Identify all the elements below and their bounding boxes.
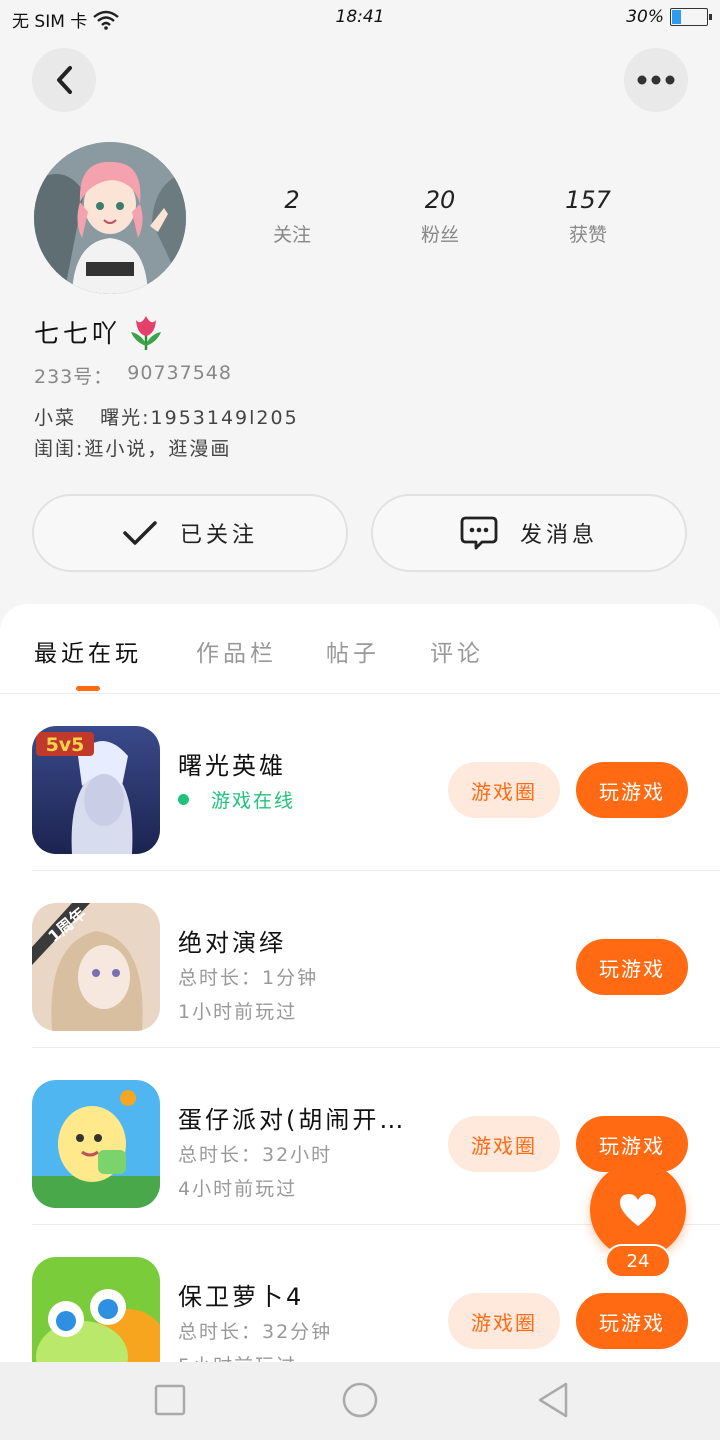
back-nav-icon[interactable]	[536, 1382, 572, 1418]
avatar-illustration	[34, 142, 186, 294]
stat-label: 获赞	[568, 224, 607, 246]
bio-line: 小菜 曙光:1953149l205	[34, 407, 299, 429]
send-message-label: 发消息	[519, 523, 598, 548]
svg-text:5v5: 5v5	[46, 734, 85, 756]
bio-line: 闺闺:逛小说，逛漫画	[34, 438, 232, 460]
game-art-image	[32, 1257, 160, 1364]
play-game-button[interactable]: 玩游戏	[576, 939, 688, 995]
followed-button[interactable]: 已关注	[32, 494, 348, 572]
back-arrow-icon	[57, 66, 72, 94]
stat-value: 157	[565, 186, 611, 214]
home-icon[interactable]	[340, 1382, 380, 1422]
checkmark-icon	[123, 521, 157, 545]
stat-following[interactable]: 2 关注	[218, 186, 366, 247]
tab-posts[interactable]: 帖子	[326, 634, 380, 668]
play-game-button[interactable]: 玩游戏	[576, 1293, 688, 1349]
last-played: 4小时前玩过	[178, 1178, 298, 1200]
play-duration: 总时长：1分钟	[178, 967, 319, 989]
status-time: 18:41	[335, 7, 385, 27]
game-row[interactable]: 5v5 曙光英雄 游戏在线 游戏圈 玩游戏	[32, 694, 720, 871]
game-art-image: 1周年	[32, 903, 160, 1031]
game-title: 蛋仔派对(胡闹开…	[178, 1106, 407, 1134]
battery-text: 30%	[626, 7, 664, 27]
tulip-icon	[131, 316, 162, 350]
stat-label: 粉丝	[420, 224, 459, 246]
heart-icon	[620, 1194, 656, 1226]
stat-fans[interactable]: 20 粉丝	[366, 186, 514, 247]
game-icon[interactable]	[32, 1080, 160, 1208]
tab-works[interactable]: 作品栏	[196, 634, 277, 668]
game-circle-button[interactable]: 游戏圈	[448, 762, 560, 818]
game-title: 绝对演绎	[178, 929, 286, 957]
online-status-text: 游戏在线	[211, 790, 296, 812]
game-art-image: 5v5	[32, 726, 160, 854]
game-art-image	[32, 1080, 160, 1208]
like-count-badge: 24	[605, 1244, 671, 1278]
battery-icon	[670, 8, 712, 26]
game-circle-button[interactable]: 游戏圈	[448, 1293, 560, 1349]
followed-label: 已关注	[179, 523, 258, 548]
stat-value: 2	[284, 186, 300, 214]
game-icon[interactable]: 5v5	[32, 726, 160, 854]
game-icon[interactable]: 1周年	[32, 903, 160, 1031]
status-right: 30%	[626, 7, 712, 27]
play-duration: 总时长：32小时	[178, 1144, 333, 1166]
game-icon[interactable]	[32, 1257, 160, 1364]
stat-label: 关注	[272, 224, 311, 246]
uid-row: 233号： 90737548	[34, 362, 232, 389]
play-game-button[interactable]: 玩游戏	[576, 762, 688, 818]
uid-label: 233号：	[34, 366, 114, 388]
nickname-row: 七七吖	[34, 312, 165, 352]
avatar[interactable]	[34, 142, 186, 294]
send-message-button[interactable]: 发消息	[371, 494, 687, 572]
recent-apps-icon[interactable]	[152, 1382, 188, 1418]
back-button[interactable]	[32, 48, 96, 112]
more-dots-icon	[637, 75, 675, 85]
system-nav-bar	[0, 1362, 720, 1440]
online-dot-icon	[178, 794, 189, 805]
last-played: 1小时前玩过	[178, 1001, 298, 1023]
more-button[interactable]	[624, 48, 688, 112]
tab-comments[interactable]: 评论	[430, 634, 484, 668]
tab-bar: 最近在玩 作品栏 帖子 评论	[0, 604, 720, 694]
play-duration: 总时长：32分钟	[178, 1321, 333, 1343]
game-title: 保卫萝卜4	[178, 1283, 305, 1311]
profile-stats: 2 关注 20 粉丝 157 获赞	[218, 186, 662, 247]
nickname: 七七吖	[34, 319, 122, 348]
online-status: 游戏在线	[178, 786, 295, 813]
stat-likes[interactable]: 157 获赞	[514, 186, 662, 247]
game-row[interactable]: 1周年 绝对演绎 总时长：1分钟 1小时前玩过 玩游戏	[32, 871, 720, 1048]
tab-indicator	[76, 686, 100, 691]
uid-value: 90737548	[127, 362, 232, 384]
chat-bubble-icon	[460, 516, 498, 550]
status-bar: 无 SIM 卡 18:41 30%	[0, 0, 720, 36]
battery-level	[672, 10, 681, 24]
game-circle-button[interactable]: 游戏圈	[448, 1116, 560, 1172]
stat-value: 20	[424, 186, 456, 214]
game-title: 曙光英雄	[178, 752, 286, 780]
tab-recent-play[interactable]: 最近在玩	[34, 634, 142, 668]
